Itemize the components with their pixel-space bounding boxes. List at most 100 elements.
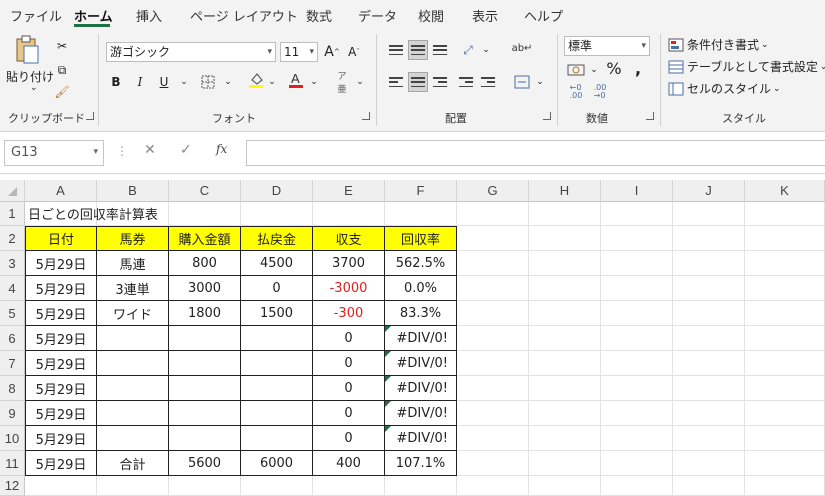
cell[interactable] [241, 202, 313, 226]
cell[interactable] [673, 351, 745, 376]
cell[interactable] [529, 426, 601, 451]
cell[interactable] [169, 476, 241, 496]
table-cell[interactable]: 3連単 [97, 276, 169, 301]
font-launcher-icon[interactable] [362, 112, 370, 120]
cell[interactable] [457, 426, 529, 451]
table-cell[interactable]: 5月29日 [25, 276, 97, 301]
cell[interactable] [745, 276, 825, 301]
number-launcher-icon[interactable] [646, 112, 654, 120]
chevron-down-icon[interactable]: ⌄ [174, 72, 194, 92]
cell[interactable] [745, 301, 825, 326]
table-cell[interactable]: 5600 [169, 451, 241, 476]
format-painter-icon[interactable]: 🖌 [52, 82, 72, 102]
chevron-down-icon[interactable]: ⌄ [262, 72, 282, 92]
column-header-c[interactable]: C [169, 180, 241, 202]
table-header-cell[interactable]: 収支 [313, 226, 385, 251]
cell[interactable] [529, 476, 601, 496]
align-left-icon[interactable] [386, 72, 406, 92]
cell[interactable] [601, 476, 673, 496]
table-header-cell[interactable]: 日付 [25, 226, 97, 251]
table-cell[interactable]: 0 [313, 351, 385, 376]
cut-icon[interactable]: ✂ [52, 36, 72, 56]
table-cell[interactable] [169, 326, 241, 351]
cell[interactable] [601, 226, 673, 251]
table-cell[interactable] [169, 351, 241, 376]
table-cell[interactable]: 0 [313, 426, 385, 451]
cell[interactable] [25, 476, 97, 496]
cell[interactable] [457, 451, 529, 476]
decrease-decimal-icon[interactable]: .00 →0 [590, 82, 610, 102]
clipboard-launcher-icon[interactable] [86, 112, 94, 120]
cell[interactable] [673, 376, 745, 401]
accounting-format-icon[interactable] [566, 60, 586, 80]
column-header-a[interactable]: A [25, 180, 97, 202]
table-cell[interactable]: 3700 [313, 251, 385, 276]
table-cell[interactable] [97, 426, 169, 451]
cell[interactable] [385, 202, 457, 226]
font-name-select[interactable]: 游ゴシック ▾ [106, 42, 276, 62]
align-middle-icon[interactable] [408, 40, 428, 60]
italic-icon[interactable]: I [130, 72, 150, 92]
table-cell[interactable] [169, 401, 241, 426]
cell[interactable] [745, 226, 825, 251]
table-cell[interactable]: #DIV/0! [385, 426, 457, 451]
chevron-down-icon[interactable]: ⌄ [218, 72, 238, 92]
cell[interactable] [457, 251, 529, 276]
cell[interactable] [601, 202, 673, 226]
cell[interactable] [601, 251, 673, 276]
select-all-corner[interactable] [0, 180, 25, 202]
cell[interactable] [601, 276, 673, 301]
table-cell[interactable] [241, 326, 313, 351]
tab-file[interactable]: ファイル [10, 6, 62, 25]
table-cell[interactable]: #DIV/0! [385, 326, 457, 351]
table-cell[interactable]: #DIV/0! [385, 376, 457, 401]
font-size-select[interactable]: 11 ▾ [280, 42, 318, 62]
cell[interactable] [529, 276, 601, 301]
cell[interactable] [529, 251, 601, 276]
tab-help[interactable]: ヘルプ [524, 6, 563, 25]
table-cell[interactable]: #DIV/0! [385, 401, 457, 426]
column-header-g[interactable]: G [457, 180, 529, 202]
column-header-d[interactable]: D [241, 180, 313, 202]
cell[interactable] [745, 251, 825, 276]
cell[interactable] [457, 401, 529, 426]
table-cell[interactable]: 0 [313, 401, 385, 426]
cell[interactable] [673, 326, 745, 351]
table-cell[interactable]: 馬連 [97, 251, 169, 276]
cell[interactable] [529, 451, 601, 476]
cell[interactable] [241, 476, 313, 496]
column-header-k[interactable]: K [745, 180, 825, 202]
table-cell[interactable] [97, 401, 169, 426]
cell[interactable] [457, 202, 529, 226]
cell[interactable] [673, 426, 745, 451]
table-cell[interactable]: 5月29日 [25, 301, 97, 326]
table-header-cell[interactable]: 回収率 [385, 226, 457, 251]
table-cell[interactable]: -300 [313, 301, 385, 326]
table-cell[interactable] [97, 376, 169, 401]
cell[interactable] [169, 202, 241, 226]
table-cell[interactable]: 0 [313, 376, 385, 401]
table-cell[interactable]: 562.5% [385, 251, 457, 276]
insert-function-icon[interactable]: fx [216, 142, 227, 156]
cell[interactable] [745, 476, 825, 496]
cell[interactable] [457, 376, 529, 401]
cell[interactable] [673, 476, 745, 496]
cell[interactable] [529, 351, 601, 376]
cell[interactable] [385, 476, 457, 496]
chevron-down-icon[interactable]: ⌄ [476, 40, 496, 60]
cell[interactable] [601, 401, 673, 426]
cancel-icon[interactable]: ✕ [144, 142, 156, 158]
borders-icon[interactable] [198, 72, 218, 92]
cell[interactable] [745, 401, 825, 426]
table-cell[interactable]: 5月29日 [25, 401, 97, 426]
table-cell[interactable] [169, 376, 241, 401]
cell[interactable] [601, 301, 673, 326]
chevron-down-icon[interactable]: ⌄ [350, 72, 370, 92]
column-header-b[interactable]: B [97, 180, 169, 202]
cell[interactable] [673, 301, 745, 326]
row-header-2[interactable]: 2 [0, 226, 25, 251]
table-cell[interactable]: 6000 [241, 451, 313, 476]
table-cell[interactable] [97, 326, 169, 351]
paste-chevron-down-icon[interactable]: ⌄ [30, 83, 38, 93]
table-cell[interactable]: 1500 [241, 301, 313, 326]
